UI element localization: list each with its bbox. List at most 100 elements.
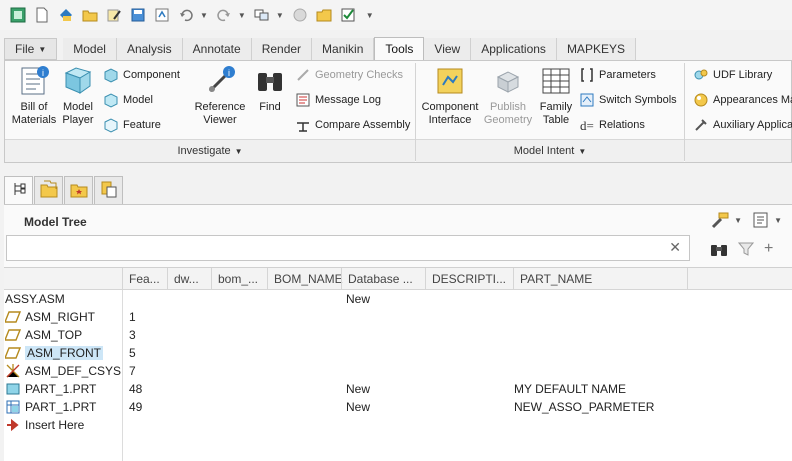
rename-icon[interactable] [104, 5, 124, 25]
column-header-feature[interactable]: Fea... [122, 268, 167, 290]
svg-text:i: i [228, 68, 230, 78]
table-row[interactable]: ASM_TOP 3 [4, 326, 704, 344]
message-log-button[interactable]: Message Log [295, 92, 381, 108]
open-session-icon[interactable] [56, 5, 76, 25]
geometry-checks-button[interactable]: Geometry Checks [295, 67, 403, 83]
publish-geometry-icon [492, 65, 524, 97]
column-header-bom[interactable]: bom_... [211, 268, 267, 290]
family-table-button[interactable]: Family Table [537, 65, 575, 127]
model-button[interactable]: Model [103, 92, 153, 108]
reference-viewer-button[interactable]: i Reference Viewer [191, 65, 249, 127]
udf-library-button[interactable]: UDF Library [693, 67, 772, 83]
table-row[interactable]: ASM_FRONT 5 [4, 344, 704, 362]
udf-library-icon [693, 67, 709, 83]
folder-browser-icon [40, 180, 58, 201]
switch-symbols-button[interactable]: Switch Symbols [579, 92, 677, 108]
close-icon[interactable] [290, 5, 310, 25]
tree-item-name: PART_1.PRT [25, 382, 97, 396]
bill-of-materials-icon: i [18, 65, 50, 97]
tab-favorites[interactable] [64, 176, 93, 204]
publish-geometry-button[interactable]: Publish Geometry [481, 65, 535, 127]
relations-button[interactable]: d= Relations [579, 117, 645, 133]
column-header-name[interactable] [4, 268, 122, 290]
find-button[interactable]: Find [253, 65, 287, 114]
appearances-button[interactable]: Appearances Ma [693, 92, 792, 108]
tab-model[interactable]: Model [63, 38, 117, 60]
undo-dropdown-icon[interactable]: ▼ [200, 11, 208, 20]
save-icon[interactable] [128, 5, 148, 25]
geometry-checks-icon [295, 67, 311, 83]
component-interface-button[interactable]: Component Interface [421, 65, 479, 127]
quick-access-toolbar: ▼ ▼ ▼ ▼ [0, 0, 792, 30]
relations-icon: d= [579, 117, 595, 133]
tab-file[interactable]: File ▼ [4, 38, 58, 60]
model-tree-search[interactable]: ✕ [6, 235, 690, 261]
column-header-part-name[interactable]: PART_NAME [513, 268, 687, 290]
open-icon[interactable] [80, 5, 100, 25]
column-header-dw[interactable]: dw... [167, 268, 211, 290]
binoculars-icon[interactable] [710, 241, 728, 257]
reference-viewer-icon: i [204, 65, 236, 97]
windows-icon[interactable] [252, 5, 272, 25]
tab-render[interactable]: Render [251, 38, 313, 60]
undo-icon[interactable] [176, 5, 196, 25]
regenerate-icon[interactable] [152, 5, 172, 25]
tab-model-tree[interactable] [4, 176, 33, 204]
column-header-description[interactable]: DESCRIPTI... [425, 268, 513, 290]
settings-dropdown-icon[interactable]: ▼ [734, 216, 742, 225]
navigator-tabs [4, 176, 124, 204]
component-interface-icon [434, 65, 466, 97]
svg-text:i: i [42, 68, 44, 78]
tab-mapkeys[interactable]: MAPKEYS [556, 38, 636, 60]
auxiliary-applications-button[interactable]: Auxiliary Applica [693, 117, 792, 133]
parameters-button[interactable]: Parameters [579, 67, 656, 83]
table-row[interactable]: Insert Here [4, 416, 704, 434]
show-icon[interactable] [752, 211, 770, 229]
model-tree-title: Model Tree [24, 215, 87, 229]
table-row[interactable]: PART_1.PRT 49 New NEW_ASSO_PARMETER [4, 398, 704, 416]
clear-icon[interactable]: ✕ [669, 239, 681, 256]
select-icon[interactable] [338, 5, 358, 25]
add-column-icon[interactable]: + [764, 240, 773, 258]
table-row[interactable]: ASM_DEF_CSYS 7 [4, 362, 704, 380]
new-icon[interactable] [32, 5, 52, 25]
tab-analysis[interactable]: Analysis [116, 38, 183, 60]
utilities-group-footer [685, 139, 791, 162]
tab-applications[interactable]: Applications [471, 38, 557, 60]
tab-manikin[interactable]: Manikin [312, 38, 375, 60]
component-icon [103, 67, 119, 83]
column-header-database[interactable]: Database ... [341, 268, 425, 290]
show-dropdown-icon[interactable]: ▼ [774, 216, 782, 225]
investigate-group-label[interactable]: Investigate ▼ [5, 139, 415, 162]
model-player-button[interactable]: Model Player [57, 65, 99, 127]
parameters-icon [579, 67, 595, 83]
tab-tools[interactable]: Tools [374, 37, 425, 60]
tree-item-name: ASM_TOP [25, 328, 83, 342]
tab-view[interactable]: View [424, 38, 472, 60]
table-row[interactable]: PART_1.PRT 48 New MY DEFAULT NAME [4, 380, 704, 398]
table-row[interactable]: ASSY.ASM New [4, 290, 704, 308]
component-button[interactable]: Component [103, 67, 180, 83]
tab-folder-browser[interactable] [34, 176, 63, 204]
redo-dropdown-icon[interactable]: ▼ [238, 11, 246, 20]
tab-annotate[interactable]: Annotate [182, 38, 252, 60]
datum-plane-icon [5, 327, 21, 343]
feature-id-cell: 49 [129, 400, 143, 414]
settings-icon[interactable] [710, 211, 730, 229]
model-intent-group-label[interactable]: Model Intent ▼ [416, 139, 684, 162]
customize-icon[interactable]: ▼ [366, 11, 374, 20]
bill-of-materials-button[interactable]: i Bill of Materials [11, 65, 57, 127]
model-tree-panel: Model Tree ▼ ▼ ✕ + Fea... dw... bom_... … [4, 204, 792, 461]
search-input[interactable] [7, 236, 657, 260]
compare-assembly-button[interactable]: Compare Assembly [295, 117, 410, 133]
model-tree-icon [11, 181, 27, 200]
redo-icon[interactable] [214, 5, 234, 25]
windows-dropdown-icon[interactable]: ▼ [276, 11, 284, 20]
tab-history[interactable] [94, 176, 123, 204]
folder-icon[interactable] [314, 5, 334, 25]
filter-icon[interactable] [738, 241, 754, 257]
switch-symbols-icon [579, 92, 595, 108]
table-row[interactable]: ASM_RIGHT 1 [4, 308, 704, 326]
feature-button[interactable]: Feature [103, 117, 161, 133]
column-header-bom-name[interactable]: BOM_NAME [267, 268, 347, 290]
